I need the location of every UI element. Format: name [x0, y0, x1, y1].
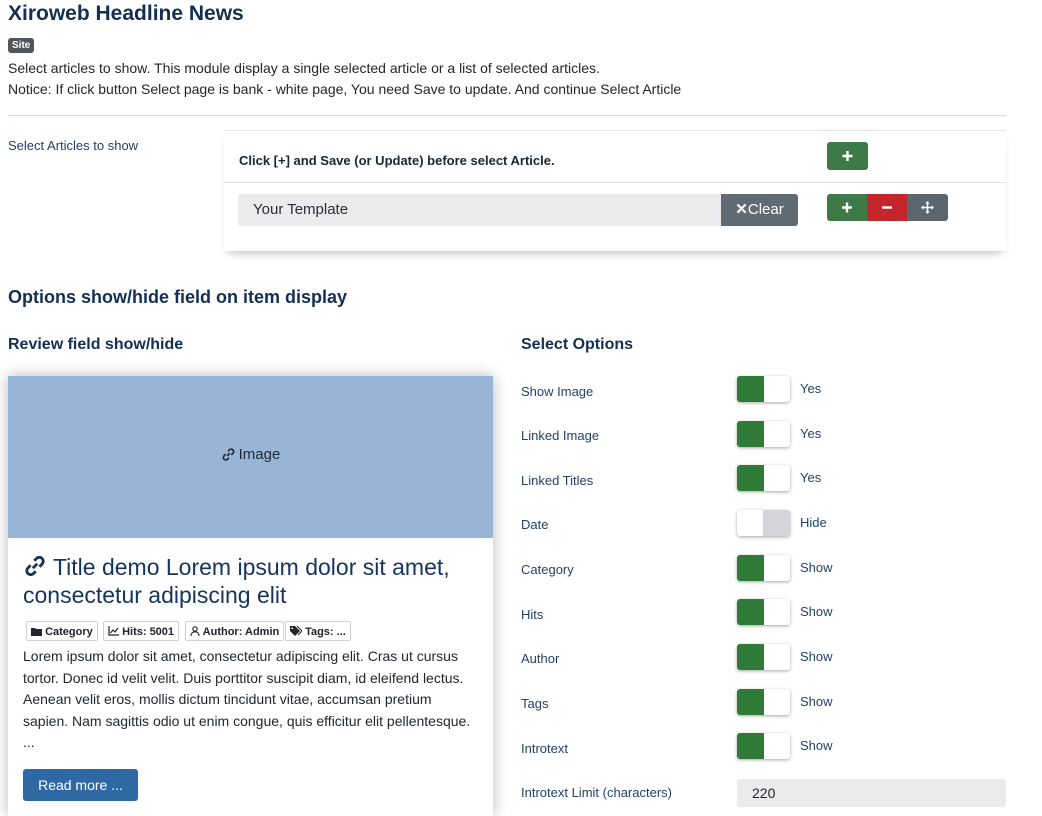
category-state: Show — [800, 560, 833, 575]
author-tag: Author: Admin — [185, 621, 285, 641]
articles-note: Click [+] and Save (or Update) before se… — [239, 153, 555, 168]
site-badge: Site — [8, 38, 35, 53]
option-label-category: Category — [521, 562, 574, 577]
options-heading: Options show/hide field on item display — [8, 287, 348, 307]
review-heading: Review field show/hide — [8, 336, 184, 353]
select-articles-label: Select Articles to show — [8, 138, 139, 153]
description-notice: Notice: If click button Select page is b… — [8, 81, 682, 97]
template-input[interactable]: Your Template — [238, 194, 721, 226]
option-label-tags: Tags — [521, 696, 549, 711]
article-title[interactable]: Title demo Lorem ipsum dolor sit amet, c… — [23, 553, 483, 609]
plus-icon — [842, 151, 853, 161]
clear-button[interactable]: ✕Clear — [721, 194, 798, 226]
close-icon: ✕ — [735, 201, 748, 218]
hits-tag-label: Hits: 5001 — [122, 626, 175, 638]
category-tag: Category — [26, 621, 98, 641]
panel-divider — [224, 182, 1006, 183]
article-introtext: Lorem ipsum dolor sit amet, consectetur … — [23, 648, 471, 750]
tags-tag: Tags: ... — [285, 621, 351, 641]
linked-image-toggle[interactable] — [737, 421, 790, 447]
article-title-text: Title demo Lorem ipsum dolor sit amet, c… — [23, 554, 450, 608]
move-article-handle[interactable] — [907, 194, 948, 221]
divider — [8, 115, 1006, 116]
clear-button-label: Clear — [747, 201, 784, 218]
add-article-button[interactable] — [827, 194, 867, 221]
hits-state: Show — [800, 604, 833, 619]
author-tag-label: Author: Admin — [202, 626, 280, 638]
category-tag-label: Category — [45, 626, 93, 638]
introtext-limit-input[interactable]: 220 — [737, 779, 1006, 807]
option-label-show-image: Show Image — [521, 384, 594, 399]
remove-article-button[interactable] — [867, 194, 907, 221]
date-toggle[interactable] — [737, 510, 790, 536]
tags-icon — [290, 626, 302, 636]
image-placeholder-label: Image — [8, 446, 493, 466]
introtext-toggle[interactable] — [737, 733, 790, 759]
author-state: Show — [800, 649, 833, 664]
tags-tag-label: Tags: ... — [305, 626, 346, 638]
image-label: Image — [238, 446, 281, 463]
linked-titles-state: Yes — [800, 470, 822, 485]
articles-panel — [224, 130, 1006, 251]
option-label-author: Author — [521, 651, 560, 666]
chart-line-icon — [108, 626, 119, 636]
read-more-button[interactable]: Read more ... — [23, 769, 138, 801]
hits-toggle[interactable] — [737, 599, 790, 625]
page-title: Xiroweb Headline News — [8, 2, 244, 25]
option-label-introtext: Introtext — [521, 741, 568, 756]
plus-icon — [842, 202, 852, 213]
show-image-state: Yes — [800, 381, 822, 396]
category-toggle[interactable] — [737, 555, 790, 581]
user-icon — [190, 626, 200, 636]
option-label-date: Date — [521, 517, 549, 532]
add-row-button[interactable] — [827, 142, 868, 170]
select-options-heading: Select Options — [521, 336, 634, 353]
minus-icon — [882, 206, 892, 209]
option-label-linked-titles: Linked Titles — [521, 473, 594, 488]
linked-image-state: Yes — [800, 426, 822, 441]
option-label-hits: Hits — [521, 607, 544, 622]
description-line-1: Select articles to show. This module dis… — [8, 60, 600, 76]
show-image-toggle[interactable] — [737, 376, 790, 402]
tags-toggle[interactable] — [737, 689, 790, 715]
folder-icon — [31, 628, 42, 636]
move-icon — [921, 201, 934, 214]
introtext-state: Show — [800, 738, 833, 753]
option-label-linked-image: Linked Image — [521, 428, 600, 443]
date-state: Hide — [800, 515, 827, 530]
link-icon — [25, 555, 45, 577]
tags-state: Show — [800, 694, 833, 709]
author-toggle[interactable] — [737, 644, 790, 670]
link-icon — [222, 448, 235, 461]
hits-tag: Hits: 5001 — [103, 621, 180, 641]
linked-titles-toggle[interactable] — [737, 465, 790, 491]
option-label-introtext-limit: Introtext Limit (characters) — [521, 785, 672, 800]
